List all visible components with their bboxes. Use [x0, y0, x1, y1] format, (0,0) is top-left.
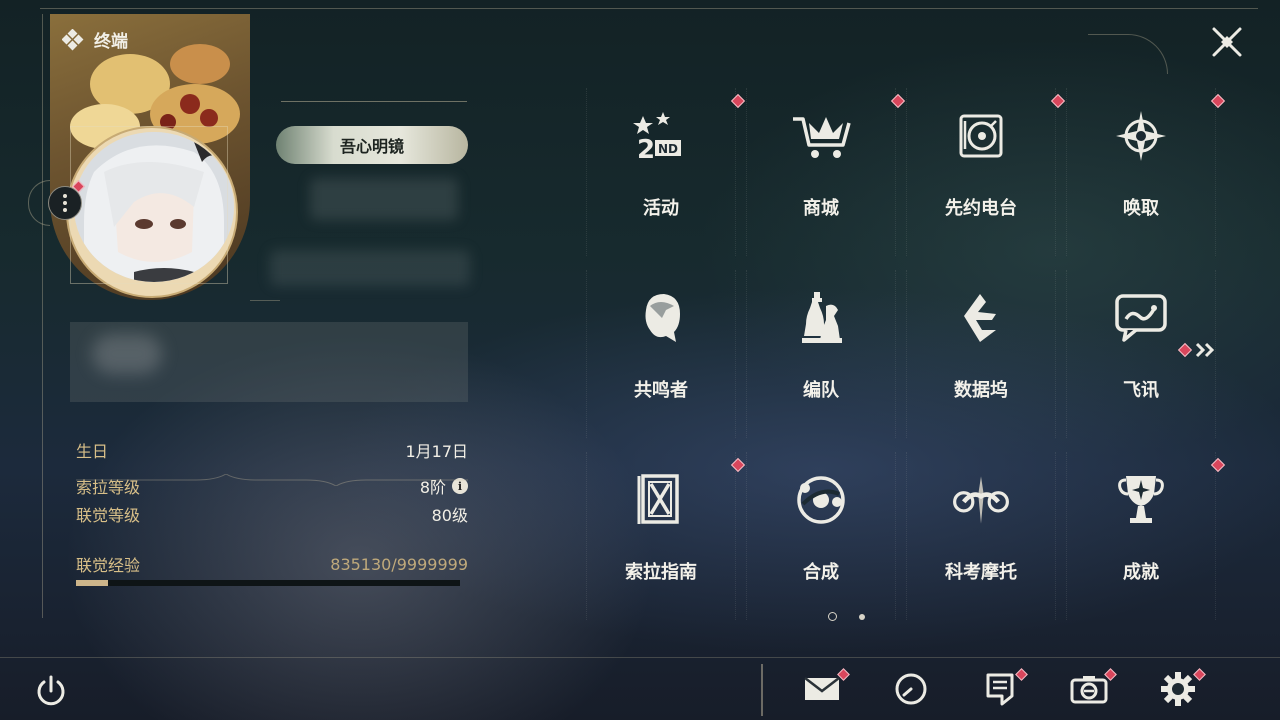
shop-crown-cart-icon: [791, 106, 851, 166]
union-level-row: 联觉等级 80级: [76, 500, 468, 528]
power-icon: [37, 675, 65, 706]
player-id-obscured: [270, 250, 470, 286]
menu-item-badge: [730, 457, 746, 473]
signature-obscured: [70, 322, 468, 402]
bottom-bar-divider: [0, 657, 1280, 658]
menu-item-6[interactable]: 数据坞: [906, 270, 1056, 438]
mail-button[interactable]: [800, 666, 850, 712]
menu-item-badge: [1050, 93, 1066, 109]
radio-record-player-icon: [951, 106, 1011, 166]
menu-item-4[interactable]: 共鸣者: [586, 270, 736, 438]
menu-item-9[interactable]: 合成: [746, 452, 896, 620]
title-nameplate[interactable]: 吾心明镜: [276, 126, 468, 164]
name-divider: [281, 101, 467, 102]
svg-text:2: 2: [637, 135, 655, 164]
close-button[interactable]: [1208, 23, 1246, 61]
frame-left-line: [42, 14, 43, 618]
bottom-bar-separator: [761, 664, 763, 716]
union-exp-progress-fill: [76, 580, 109, 586]
menu-item-3[interactable]: 唤取: [1066, 88, 1226, 256]
page-indicator: [828, 612, 865, 621]
menu-item-1[interactable]: 商城: [746, 88, 906, 256]
menu-item-badge: [1210, 457, 1226, 473]
menu-item-10[interactable]: 科考摩托: [906, 452, 1056, 620]
menu-item-label: 数据坞: [954, 380, 1008, 401]
menu-item-label: 先约电台: [945, 198, 1017, 219]
settings-button[interactable]: [1156, 666, 1206, 712]
notice-button[interactable]: [978, 666, 1028, 712]
next-page-badge: [1177, 342, 1193, 358]
bottom-toolbar: [800, 666, 1206, 712]
synthesis-orbit-icon: [791, 470, 851, 530]
menu-item-label: 成就: [1123, 562, 1159, 583]
menu-item-label: 活动: [643, 198, 679, 219]
resonator-head-icon: [631, 288, 691, 348]
achievement-trophy-icon: [1111, 470, 1171, 530]
menu-item-label: 合成: [803, 562, 839, 583]
birthday-value: 1月17日: [405, 442, 468, 461]
player-name-obscured: [310, 178, 458, 220]
page-dot-2[interactable]: [859, 613, 865, 620]
more-dots-icon: [63, 194, 67, 212]
menu-item-label: 飞讯: [1123, 380, 1159, 401]
union-exp-value: 835130/9999999: [330, 554, 468, 574]
event-2nd-anniversary-icon: 2 ND: [631, 106, 691, 166]
menu-item-badge: [1210, 93, 1226, 109]
menu-item-label: 编队: [803, 380, 839, 401]
frame-middle-tick: [250, 300, 280, 301]
camera-button[interactable]: [1067, 666, 1117, 712]
data-bank-icon: [951, 288, 1011, 348]
avatar-outline: [70, 126, 228, 284]
double-chevron-right-icon: [1195, 342, 1215, 358]
menu-grid: 2 ND 活动 商城 先约电台 唤取共鸣者 编队 数据坞 飞讯索拉指南 合成 科考摩托 成就: [586, 88, 1226, 620]
union-level-label: 联觉等级: [76, 506, 141, 525]
menu-item-label: 共鸣者: [634, 380, 688, 401]
svg-text:ND: ND: [658, 142, 678, 156]
team-chess-pieces-icon: [791, 288, 851, 348]
menu-item-badge: [730, 93, 746, 109]
window-title: 终端: [62, 27, 128, 52]
menu-item-label: 科考摩托: [945, 562, 1017, 583]
page-dot-1[interactable]: [828, 612, 837, 621]
menu-item-0[interactable]: 2 ND 活动: [586, 88, 746, 256]
guidebook-icon: [631, 470, 691, 530]
nameplate-label: 吾心明镜: [339, 137, 404, 156]
motorcycle-icon: [951, 470, 1011, 530]
mail-icon: [804, 677, 840, 700]
menu-item-5[interactable]: 编队: [746, 270, 896, 438]
birthday-label: 生日: [76, 442, 109, 461]
more-button-ring: [28, 180, 50, 226]
terminal-diamond-icon: [62, 28, 84, 50]
profile-stats: 生日 1月17日 索拉等级 8阶 i 联觉等级 80级 联觉经验 835130/…: [76, 436, 468, 586]
frame-corner-curve: [1088, 34, 1168, 74]
stats-divider-ornament: [76, 474, 468, 486]
menu-item-8[interactable]: 索拉指南: [586, 452, 746, 620]
convene-star-compass-icon: [1111, 106, 1171, 166]
power-button[interactable]: [32, 672, 70, 710]
next-page-button[interactable]: [1177, 338, 1222, 362]
union-exp-label: 联觉经验: [76, 556, 141, 575]
notice-icon: [986, 673, 1014, 706]
profile-more-button[interactable]: [48, 186, 82, 220]
notice-badge: [1015, 668, 1028, 681]
menu-item-2[interactable]: 先约电台: [906, 88, 1066, 256]
settings-gear-icon: [1161, 672, 1195, 706]
chat-bubble-icon: [1111, 288, 1171, 348]
menu-item-badge: [890, 93, 906, 109]
birthday-row: 生日 1月17日: [76, 436, 468, 464]
menu-item-11[interactable]: 成就: [1066, 452, 1226, 620]
union-exp-progress-bar: [76, 580, 460, 586]
menu-item-label: 唤取: [1123, 198, 1159, 219]
clock-button[interactable]: [889, 666, 933, 712]
menu-item-label: 商城: [803, 198, 839, 219]
close-icon: [1212, 27, 1242, 57]
menu-item-label: 索拉指南: [625, 562, 697, 583]
camera-icon: [1070, 676, 1108, 704]
window-title-label: 终端: [94, 32, 128, 52]
clock-icon: [895, 673, 927, 705]
frame-top-line: [40, 8, 1258, 9]
union-level-value: 80级: [431, 506, 468, 525]
union-exp-row: 联觉经验 835130/9999999: [76, 550, 468, 578]
